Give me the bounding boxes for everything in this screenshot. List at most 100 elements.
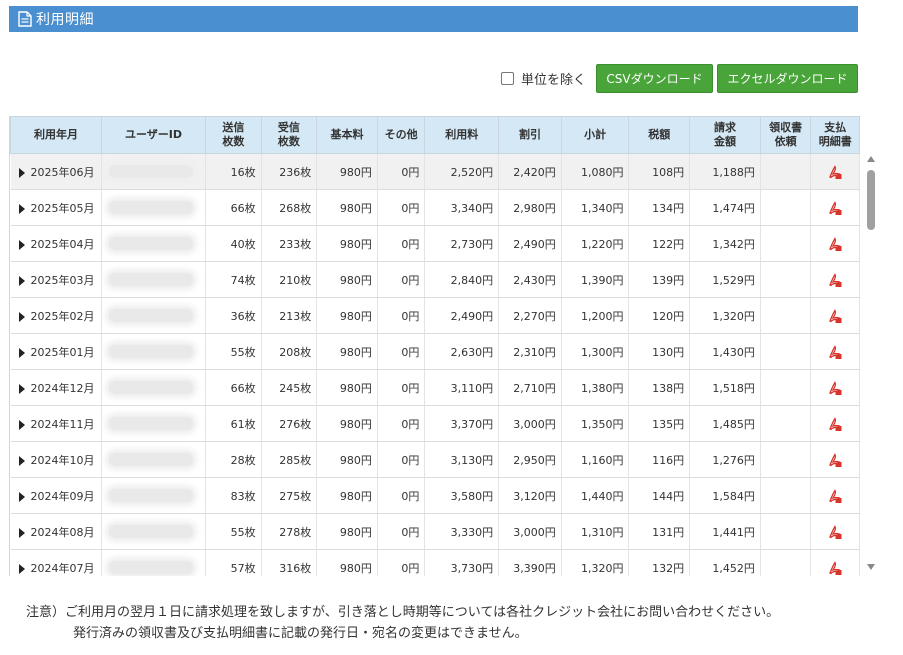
expand-arrow-icon[interactable] bbox=[18, 455, 25, 466]
table-row[interactable]: 2025年02月 36枚 213枚 980円 0円 2,490円 2,270円 1,200円 1… bbox=[10, 297, 860, 334]
table-row[interactable]: 2024年10月 28枚 285枚 980円 0円 3,130円 2,950円 1,160円 1… bbox=[10, 441, 860, 478]
pdf-icon[interactable] bbox=[828, 236, 843, 251]
exclude-units-option[interactable]: 単位を除く bbox=[500, 69, 586, 88]
column-header-label: 金額 bbox=[714, 135, 736, 148]
pdf-icon[interactable] bbox=[828, 524, 843, 539]
pdf-icon[interactable] bbox=[828, 200, 843, 215]
usage-month-cell[interactable]: 2025年01月 bbox=[10, 333, 102, 370]
expand-arrow-icon[interactable] bbox=[18, 527, 25, 538]
expand-arrow-icon[interactable] bbox=[18, 311, 25, 322]
pdf-icon[interactable] bbox=[828, 164, 843, 179]
usage-month-cell[interactable]: 2024年12月 bbox=[10, 369, 102, 406]
total-cell: 1,529円 bbox=[689, 261, 761, 298]
payment-statement-cell bbox=[810, 405, 860, 442]
column-header-label: 明細書 bbox=[818, 135, 852, 148]
csv-download-button[interactable]: CSVダウンロード bbox=[596, 63, 713, 93]
usage-month-label: 2025年05月 bbox=[30, 201, 95, 215]
table-row[interactable]: 2024年07月 57枚 316枚 980円 0円 3,730円 3,390円 1,320円 1… bbox=[10, 549, 860, 576]
pdf-icon[interactable] bbox=[828, 344, 843, 359]
usage-month-cell[interactable]: 2025年06月 bbox=[10, 153, 102, 190]
user-id-cell bbox=[101, 261, 207, 298]
usage-cell: 3,340円 bbox=[424, 189, 500, 226]
user-id-cell bbox=[101, 297, 207, 334]
usage-month-cell[interactable]: 2024年07月 bbox=[10, 549, 102, 576]
other-cell: 0円 bbox=[377, 549, 426, 576]
note-line-1: 注意）ご利用月の翌月１日に請求処理を致しますが、引き落とし時期等については各社ク… bbox=[26, 605, 780, 620]
expand-arrow-icon[interactable] bbox=[18, 383, 25, 394]
other-cell: 0円 bbox=[377, 477, 426, 514]
expand-arrow-icon[interactable] bbox=[18, 203, 25, 214]
page-title: 利用明細 bbox=[36, 12, 94, 28]
expand-arrow-icon[interactable] bbox=[18, 347, 25, 358]
excel-download-button[interactable]: エクセルダウンロード bbox=[717, 63, 858, 93]
expand-arrow-icon[interactable] bbox=[18, 419, 25, 430]
table-row[interactable]: 2025年01月 55枚 208枚 980円 0円 2,630円 2,310円 1,300円 1… bbox=[10, 333, 860, 370]
pdf-icon[interactable] bbox=[828, 272, 843, 287]
column-header: 利用料 bbox=[424, 116, 500, 154]
expand-arrow-icon[interactable] bbox=[18, 275, 25, 286]
total-cell: 1,342円 bbox=[689, 225, 761, 262]
pdf-icon[interactable] bbox=[828, 416, 843, 431]
subtotal-cell: 1,380円 bbox=[561, 369, 630, 406]
scroll-thumb[interactable] bbox=[867, 170, 875, 230]
receipt-request-cell bbox=[760, 189, 812, 226]
recv-cell: 285枚 bbox=[261, 441, 318, 478]
recv-cell: 276枚 bbox=[261, 405, 318, 442]
pdf-icon[interactable] bbox=[828, 488, 843, 503]
table-row[interactable]: 2024年09月 83枚 275枚 980円 0円 3,580円 3,120円 1,440円 1… bbox=[10, 477, 860, 514]
usage-month-label: 2024年12月 bbox=[30, 381, 95, 395]
usage-cell: 2,490円 bbox=[424, 297, 500, 334]
table-row[interactable]: 2024年08月 55枚 278枚 980円 0円 3,330円 3,000円 1,310円 1… bbox=[10, 513, 860, 550]
table-header-row: 利用年月 ユーザーID 送信 枚数 受信 枚数 基本料 その他 利用料 割引 小計 税額 請求 金額 領収書… bbox=[10, 116, 860, 154]
pdf-icon[interactable] bbox=[828, 308, 843, 323]
table-row[interactable]: 2024年12月 66枚 245枚 980円 0円 3,110円 2,710円 1,380円 1… bbox=[10, 369, 860, 406]
total-cell: 1,485円 bbox=[689, 405, 761, 442]
note-line-2: 発行済みの領収書及び支払明細書に記載の発行日・宛名の変更はできません。 bbox=[73, 626, 528, 641]
tax-cell: 116円 bbox=[628, 441, 691, 478]
table-row[interactable]: 2025年06月 16枚 236枚 980円 0円 2,520円 2,420円 1,080円 1… bbox=[10, 153, 860, 190]
other-cell: 0円 bbox=[377, 297, 426, 334]
table-row[interactable]: 2025年04月 40枚 233枚 980円 0円 2,730円 2,490円 1,220円 1… bbox=[10, 225, 860, 262]
usage-table-container[interactable]: 利用年月 ユーザーID 送信 枚数 受信 枚数 基本料 その他 利用料 割引 小計 税額 請求 金額 領収書… bbox=[9, 116, 860, 576]
pdf-icon[interactable] bbox=[828, 560, 843, 575]
scroll-up-arrow-icon[interactable] bbox=[867, 156, 875, 162]
usage-month-cell[interactable]: 2024年08月 bbox=[10, 513, 102, 550]
table-row[interactable]: 2024年11月 61枚 276枚 980円 0円 3,370円 3,000円 1,350円 1… bbox=[10, 405, 860, 442]
receipt-request-cell bbox=[760, 153, 812, 190]
base-cell: 980円 bbox=[316, 369, 378, 406]
usage-month-cell[interactable]: 2024年09月 bbox=[10, 477, 102, 514]
recv-cell: 208枚 bbox=[261, 333, 318, 370]
column-header: 小計 bbox=[560, 116, 630, 154]
expand-arrow-icon[interactable] bbox=[18, 167, 25, 178]
receipt-request-cell bbox=[760, 261, 812, 298]
table-row[interactable]: 2025年05月 66枚 268枚 980円 0円 3,340円 2,980円 1,340円 1… bbox=[10, 189, 860, 226]
usage-month-label: 2025年06月 bbox=[30, 165, 95, 179]
scroll-down-arrow-icon[interactable] bbox=[867, 564, 875, 570]
usage-month-cell[interactable]: 2025年05月 bbox=[10, 189, 102, 226]
base-cell: 980円 bbox=[316, 405, 378, 442]
usage-cell: 3,330円 bbox=[424, 513, 500, 550]
column-header-label: 枚数 bbox=[277, 135, 300, 148]
redacted-user-id bbox=[109, 561, 193, 575]
usage-cell: 3,730円 bbox=[424, 549, 500, 576]
subtotal-cell: 1,350円 bbox=[561, 405, 630, 442]
usage-month-cell[interactable]: 2024年11月 bbox=[10, 405, 102, 442]
usage-month-cell[interactable]: 2025年03月 bbox=[10, 261, 102, 298]
column-header: 送信 枚数 bbox=[205, 116, 262, 154]
pdf-icon[interactable] bbox=[828, 380, 843, 395]
expand-arrow-icon[interactable] bbox=[18, 491, 25, 502]
usage-month-cell[interactable]: 2025年02月 bbox=[10, 297, 102, 334]
exclude-units-checkbox[interactable] bbox=[500, 71, 514, 85]
pdf-icon[interactable] bbox=[828, 452, 843, 467]
redacted-user-id bbox=[109, 453, 193, 467]
total-cell: 1,276円 bbox=[689, 441, 761, 478]
usage-month-cell[interactable]: 2025年04月 bbox=[10, 225, 102, 262]
other-cell: 0円 bbox=[377, 153, 426, 190]
expand-arrow-icon[interactable] bbox=[18, 563, 25, 574]
expand-arrow-icon[interactable] bbox=[18, 239, 25, 250]
table-row[interactable]: 2025年03月 74枚 210枚 980円 0円 2,840円 2,430円 1,390円 1… bbox=[10, 261, 860, 298]
recv-cell: 275枚 bbox=[261, 477, 318, 514]
usage-month-cell[interactable]: 2024年10月 bbox=[10, 441, 102, 478]
usage-cell: 3,130円 bbox=[424, 441, 500, 478]
table-scrollbar[interactable] bbox=[864, 154, 878, 574]
